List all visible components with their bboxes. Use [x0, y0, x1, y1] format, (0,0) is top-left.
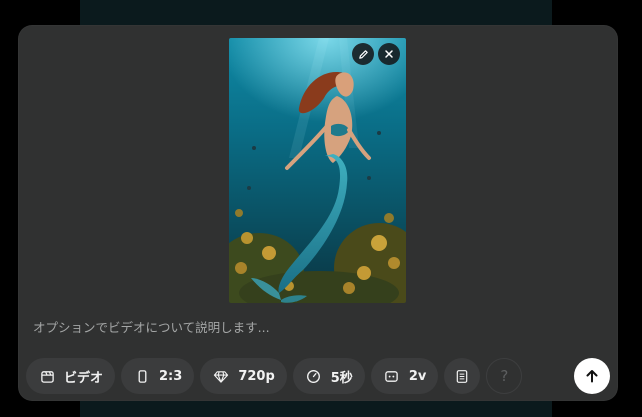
edit-image-button[interactable]: [352, 43, 374, 65]
variations-icon: [384, 368, 400, 384]
quality-label: 720p: [238, 368, 275, 384]
help-button[interactable]: ?: [486, 358, 523, 394]
aspect-ratio-button[interactable]: 2:3: [121, 358, 195, 394]
composer-panel: ビデオ 2:3 720p: [18, 25, 618, 401]
diamond-icon: [213, 368, 229, 384]
send-button[interactable]: [574, 358, 610, 394]
attached-image[interactable]: [229, 38, 406, 303]
gauge-icon: [306, 368, 322, 384]
prompt-presets-button[interactable]: [444, 358, 481, 394]
remove-image-button[interactable]: [378, 43, 400, 65]
image-preview: [229, 38, 406, 303]
mode-label: ビデオ: [64, 370, 104, 386]
variations-label: 2v: [408, 368, 427, 384]
duration-button[interactable]: 5秒: [292, 358, 365, 394]
duration-label: 5秒: [330, 370, 353, 386]
mode-selector-button[interactable]: ビデオ: [26, 358, 116, 394]
variations-button[interactable]: 2v: [370, 358, 439, 394]
composer-toolbar: ビデオ 2:3 720p 5秒 2v ?: [26, 358, 528, 394]
quality-button[interactable]: 720p: [200, 358, 287, 394]
pencil-icon: [358, 49, 368, 59]
help-label: ?: [500, 367, 509, 385]
phone-portrait-icon: [134, 368, 150, 384]
arrow-up-icon: [586, 370, 598, 383]
close-icon: [385, 50, 393, 58]
prompt-input[interactable]: [33, 317, 573, 337]
clapperboard-icon: [39, 368, 55, 384]
aspect-ratio-label: 2:3: [159, 368, 183, 384]
document-icon: [454, 368, 470, 384]
